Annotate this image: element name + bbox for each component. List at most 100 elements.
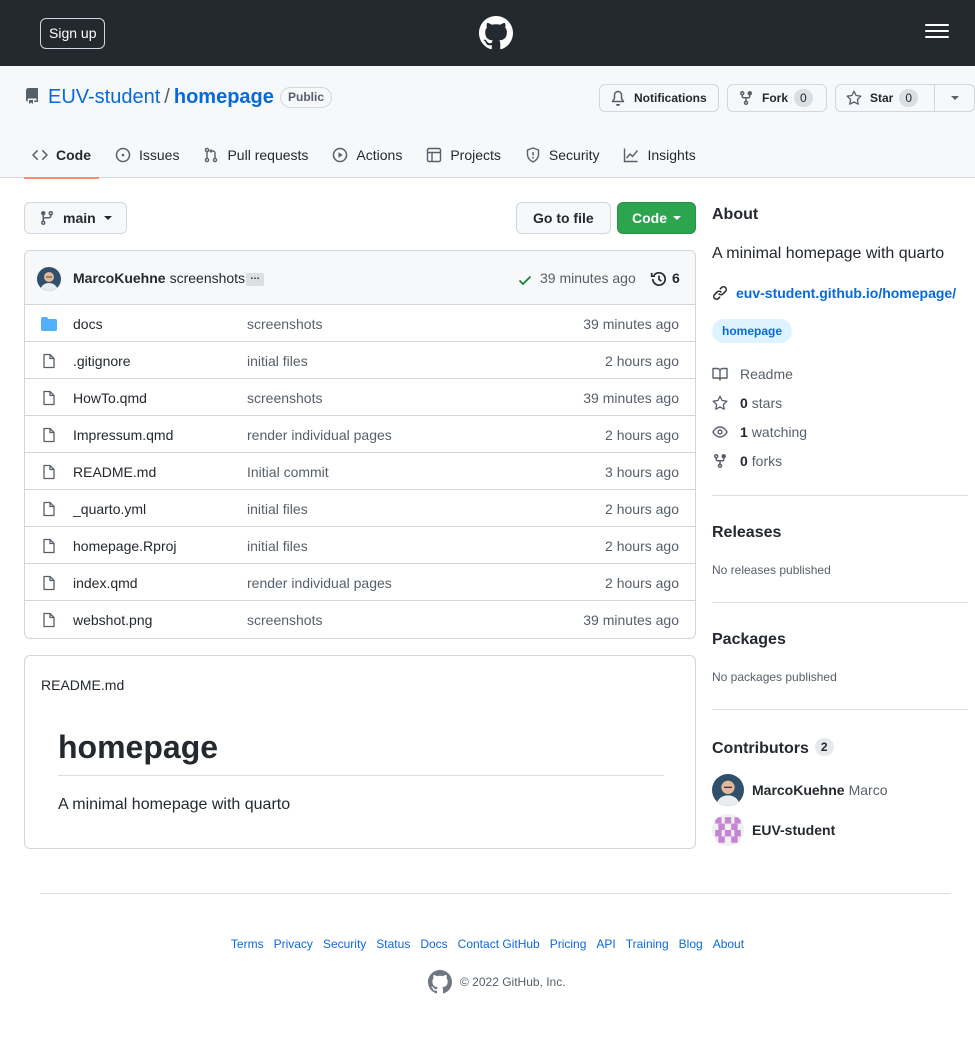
footer-link-pricing[interactable]: Pricing — [550, 937, 587, 951]
file-row[interactable]: docs screenshots 39 minutes ago — [25, 305, 695, 342]
readme-link[interactable]: Readme — [712, 366, 793, 382]
repo-name-link[interactable]: homepage — [174, 86, 274, 108]
issue-icon — [115, 147, 131, 163]
tab-pull-requests[interactable]: Pull requests — [195, 132, 316, 178]
avatar[interactable] — [712, 814, 744, 846]
file-commit-message-link[interactable]: initial files — [247, 538, 308, 554]
topic-tag[interactable]: homepage — [712, 319, 793, 343]
footer-links: Terms Privacy Security Status Docs Contact Gi… — [0, 937, 975, 951]
footer-link-terms[interactable]: Terms — [231, 937, 264, 951]
commit-author-link[interactable]: MarcoKuehne — [73, 270, 166, 286]
eye-icon — [712, 426, 728, 438]
tab-actions[interactable]: Actions — [324, 132, 410, 178]
tab-label: Pull requests — [227, 147, 309, 163]
chevron-down-icon — [673, 216, 681, 220]
footer-link-security[interactable]: Security — [323, 937, 366, 951]
file-row[interactable]: webshot.png screenshots 39 minutes ago — [25, 601, 695, 638]
file-name-link[interactable]: homepage.Rproj — [73, 538, 177, 554]
commit-count-link[interactable]: 6 — [672, 270, 680, 286]
footer-link-api[interactable]: API — [596, 937, 615, 951]
star-dropdown-button[interactable] — [934, 84, 974, 112]
file-name-link[interactable]: index.qmd — [73, 575, 138, 591]
github-logo-icon[interactable] — [428, 970, 452, 994]
file-commit-message-link[interactable]: render individual pages — [247, 427, 392, 443]
file-commit-message-link[interactable]: render individual pages — [247, 575, 392, 591]
file-row[interactable]: README.md Initial commit 3 hours ago — [25, 453, 695, 490]
watching-label: watching — [751, 424, 808, 440]
file-commit-message-link[interactable]: Initial commit — [247, 464, 329, 480]
file-row[interactable]: homepage.Rproj initial files 2 hours ago — [25, 527, 695, 564]
file-age: 2 hours ago — [605, 353, 679, 369]
stars-link[interactable]: 0 stars — [712, 395, 782, 411]
contributors-heading[interactable]: Contributors 2 — [712, 738, 834, 758]
file-commit-message-link[interactable]: initial files — [247, 501, 308, 517]
notifications-button[interactable]: Notifications — [599, 84, 719, 112]
tab-issues[interactable]: Issues — [107, 132, 187, 178]
folder-icon — [41, 316, 57, 332]
tab-code[interactable]: Code — [24, 132, 99, 179]
contributor-item[interactable]: MarcoKuehne Marco — [712, 774, 887, 806]
go-to-file-button[interactable]: Go to file — [516, 202, 611, 234]
file-commit-message-link[interactable]: screenshots — [247, 316, 322, 332]
book-icon — [712, 367, 728, 381]
commit-time[interactable]: 39 minutes ago — [540, 270, 636, 286]
commit-message-link[interactable]: screenshots — [170, 270, 245, 286]
footer-link-privacy[interactable]: Privacy — [274, 937, 313, 951]
file-name-link[interactable]: webshot.png — [73, 612, 152, 628]
avatar[interactable] — [712, 774, 744, 806]
tab-label: Actions — [356, 147, 403, 163]
file-age: 2 hours ago — [605, 501, 679, 517]
tab-projects[interactable]: Projects — [418, 132, 509, 178]
code-dropdown-button[interactable]: Code — [617, 202, 696, 234]
tab-label: Issues — [139, 147, 180, 163]
file-row[interactable]: index.qmd render individual pages 2 hours … — [25, 564, 695, 601]
watchers-link[interactable]: 1 watching — [712, 424, 807, 440]
code-icon — [32, 149, 48, 161]
watching-count: 1 — [740, 424, 748, 440]
file-commit-message-link[interactable]: initial files — [247, 353, 308, 369]
avatar[interactable] — [37, 267, 61, 291]
tab-insights[interactable]: Insights — [615, 132, 703, 178]
packages-heading[interactable]: Packages — [712, 631, 786, 649]
fork-button[interactable]: Fork 0 — [727, 84, 827, 112]
contributor-item[interactable]: EUV-student — [712, 814, 835, 846]
file-row[interactable]: .gitignore initial files 2 hours ago — [25, 342, 695, 379]
homepage-link[interactable]: euv-student.github.io/homepage/ — [712, 285, 956, 301]
file-name-link[interactable]: HowTo.qmd — [73, 390, 147, 406]
expand-commit-button[interactable]: … — [246, 272, 264, 286]
readme-filename[interactable]: README.md — [41, 677, 124, 693]
file-name-link[interactable]: _quarto.yml — [73, 501, 146, 517]
tab-security[interactable]: Security — [517, 132, 608, 178]
sign-up-button[interactable]: Sign up — [40, 18, 106, 49]
menu-icon[interactable] — [925, 24, 949, 42]
file-commit-message-link[interactable]: screenshots — [247, 612, 322, 628]
stars-count: 0 — [740, 395, 748, 411]
footer-link-about[interactable]: About — [713, 937, 744, 951]
file-name-link[interactable]: .gitignore — [73, 353, 131, 369]
footer-link-docs[interactable]: Docs — [420, 937, 447, 951]
file-age: 39 minutes ago — [583, 316, 679, 332]
repo-owner-link[interactable]: EUV-student — [48, 86, 160, 108]
tab-label: Projects — [450, 147, 501, 163]
chevron-down-icon — [950, 96, 959, 100]
link-icon — [713, 286, 727, 300]
file-row[interactable]: HowTo.qmd screenshots 39 minutes ago — [25, 379, 695, 416]
branch-select-button[interactable]: main — [24, 202, 127, 234]
footer-link-status[interactable]: Status — [376, 937, 410, 951]
file-row[interactable]: _quarto.yml initial files 2 hours ago — [25, 490, 695, 527]
footer-link-contact-github[interactable]: Contact GitHub — [458, 937, 540, 951]
file-name-link[interactable]: Impressum.qmd — [73, 427, 173, 443]
footer-copyright: © 2022 GitHub, Inc. — [428, 970, 566, 994]
releases-heading[interactable]: Releases — [712, 524, 781, 542]
history-icon[interactable] — [650, 270, 668, 288]
file-commit-message-link[interactable]: screenshots — [247, 390, 322, 406]
footer-link-blog[interactable]: Blog — [679, 937, 703, 951]
footer-link-training[interactable]: Training — [626, 937, 669, 951]
check-icon[interactable] — [517, 272, 533, 288]
file-name-link[interactable]: docs — [73, 316, 103, 332]
file-row[interactable]: Impressum.qmd render individual pages 2 ho… — [25, 416, 695, 453]
github-logo-icon[interactable] — [479, 16, 513, 50]
forks-link[interactable]: 0 forks — [712, 453, 782, 469]
file-name-link[interactable]: README.md — [73, 464, 156, 480]
file-icon — [41, 427, 57, 443]
